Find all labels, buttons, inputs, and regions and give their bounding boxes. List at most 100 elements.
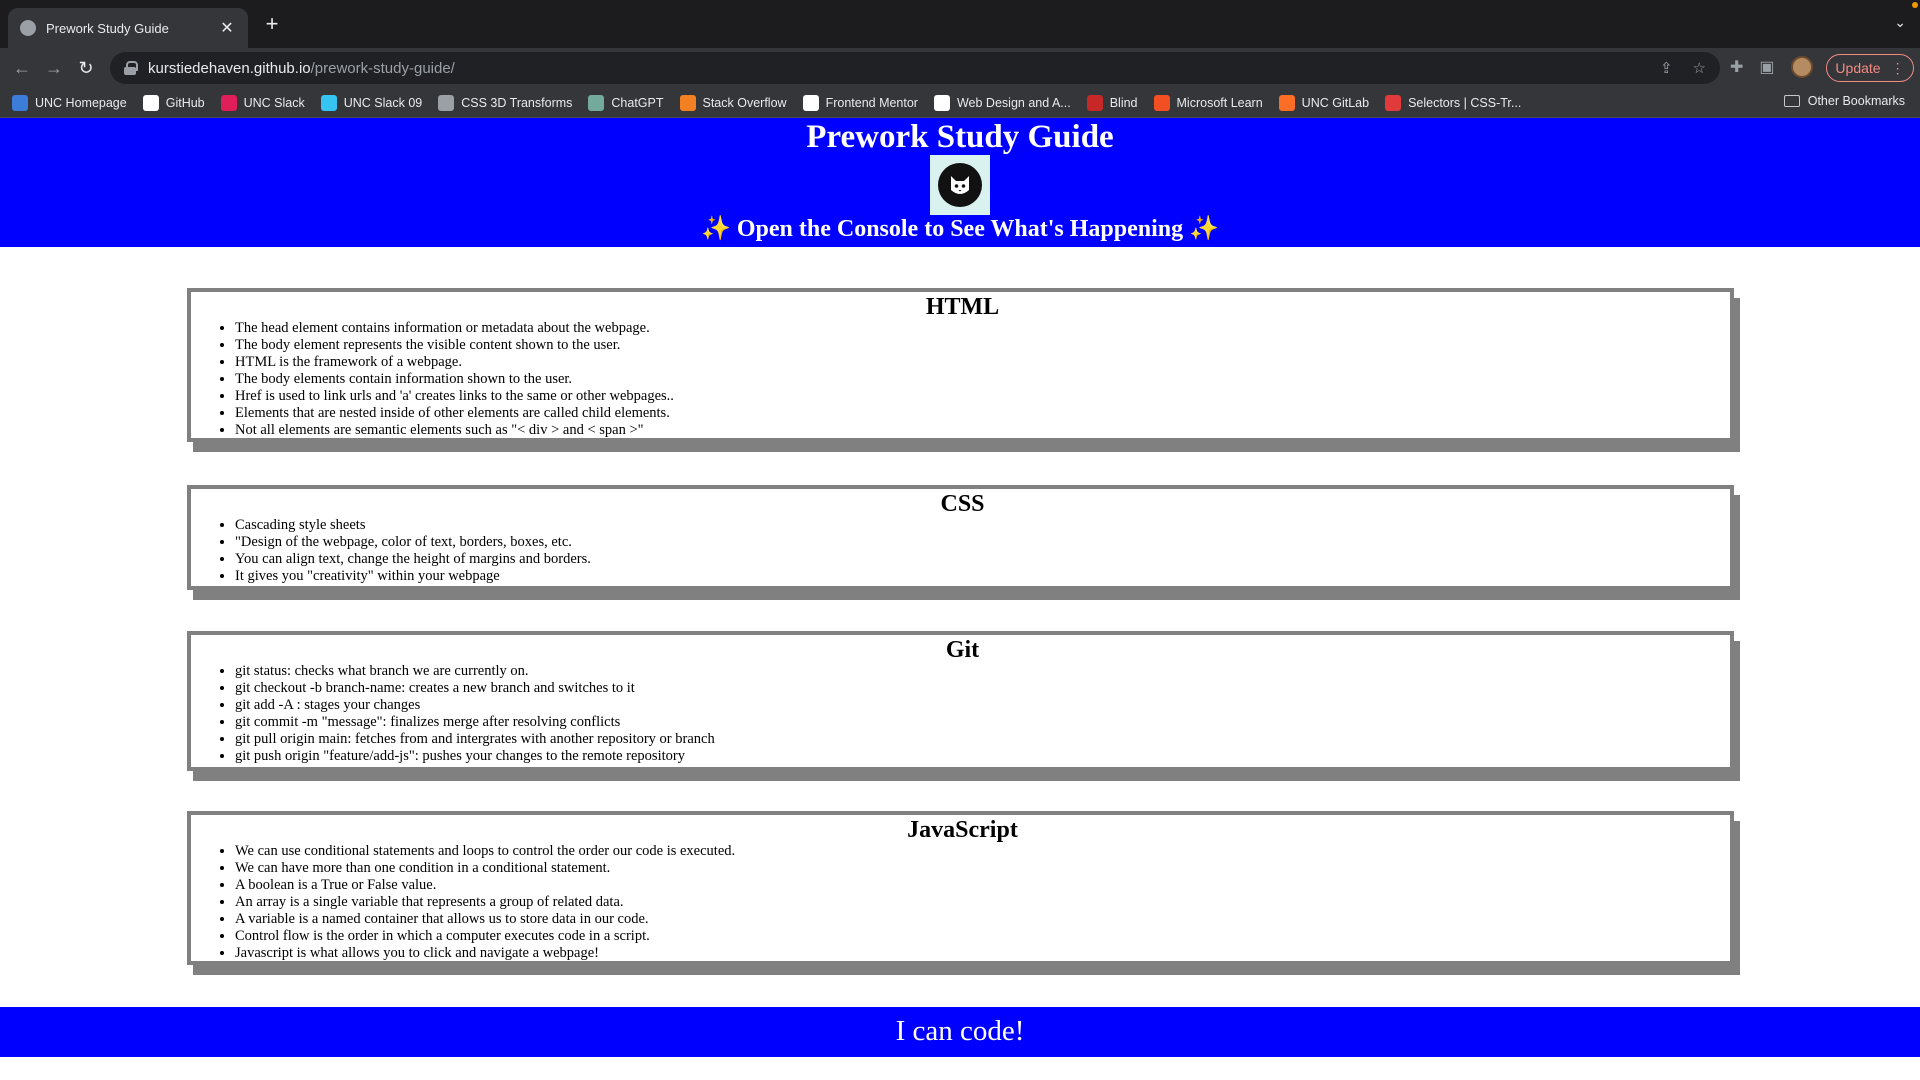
bookmark-item[interactable]: UNC Homepage bbox=[12, 94, 127, 111]
other-bookmarks[interactable]: Other Bookmarks bbox=[1783, 94, 1905, 108]
section-title: CSS bbox=[940, 491, 985, 517]
unc-homepage-icon bbox=[12, 94, 28, 111]
bookmark-label: Web Design and A... bbox=[956, 95, 1071, 110]
blind-icon bbox=[1086, 94, 1103, 111]
section-list: Cascading style sheets"Design of the web… bbox=[215, 517, 1710, 585]
bookmark-item[interactable]: Stack Overflow bbox=[679, 94, 787, 111]
tab-prework-study-guide[interactable]: Prework Study Guide ✕ bbox=[8, 8, 248, 48]
bookmark-item[interactable]: Blind bbox=[1086, 94, 1138, 111]
list-item: Javascript is what allows you to click a… bbox=[235, 945, 1710, 962]
side-panel-icon[interactable]: ▣ bbox=[1759, 57, 1774, 77]
list-item: git status: checks what branch we are cu… bbox=[235, 663, 1710, 680]
close-icon[interactable]: ✕ bbox=[218, 18, 236, 38]
section-card-git: Gitgit status: checks what branch we are… bbox=[187, 631, 1734, 771]
url-path: /prework-study-guide/ bbox=[310, 59, 455, 77]
frontend-mentor-icon bbox=[802, 94, 819, 111]
toolbar: ← → ↻ kurstiedehaven.github.io /prework-… bbox=[0, 48, 1920, 88]
bookmark-label: CSS 3D Transforms bbox=[461, 95, 573, 110]
section-list: We can use conditional statements and lo… bbox=[215, 843, 1710, 962]
bookmark-item[interactable]: GitHub bbox=[142, 94, 205, 111]
bookmark-item[interactable]: Frontend Mentor bbox=[802, 94, 918, 111]
globe-icon bbox=[20, 20, 36, 36]
bookmark-item[interactable]: UNC Slack 09 bbox=[320, 94, 422, 111]
star-icon[interactable]: ☆ bbox=[1693, 59, 1706, 77]
cat-avatar-icon bbox=[938, 163, 982, 207]
section-card-javascript: JavaScriptWe can use conditional stateme… bbox=[187, 811, 1734, 965]
chevron-down-icon[interactable]: ⌄ bbox=[1894, 14, 1906, 31]
list-item: git commit -m "message": finalizes merge… bbox=[235, 714, 1710, 731]
extensions-icon[interactable]: ✚ bbox=[1730, 57, 1743, 77]
reload-button[interactable]: ↻ bbox=[74, 56, 98, 80]
update-button[interactable]: Update ⋮ bbox=[1826, 54, 1914, 82]
address-bar[interactable]: kurstiedehaven.github.io /prework-study-… bbox=[110, 52, 1720, 84]
bookmark-label: Blind bbox=[1109, 95, 1138, 110]
update-label: Update bbox=[1835, 60, 1881, 76]
list-item: A boolean is a True or False value. bbox=[235, 877, 1710, 894]
bookmark-label: UNC Slack bbox=[243, 95, 305, 110]
bookmark-item[interactable]: CSS 3D Transforms bbox=[438, 94, 573, 111]
w3-icon bbox=[933, 94, 950, 111]
list-item: "Design of the webpage, color of text, b… bbox=[235, 534, 1710, 551]
bookmark-label: UNC GitLab bbox=[1301, 95, 1370, 110]
list-item: The body elements contain information sh… bbox=[235, 371, 1710, 388]
list-item: We can use conditional statements and lo… bbox=[235, 843, 1710, 860]
other-bookmarks-label: Other Bookmarks bbox=[1807, 94, 1905, 108]
list-item: Href is used to link urls and 'a' create… bbox=[235, 388, 1710, 405]
page-title: Prework Study Guide bbox=[806, 119, 1114, 155]
section-list: The head element contains information or… bbox=[215, 320, 1710, 439]
bookmark-label: Selectors | CSS-Tr... bbox=[1408, 95, 1522, 110]
update-indicator-dot bbox=[1912, 2, 1918, 8]
bookmark-item[interactable]: Microsoft Learn bbox=[1153, 94, 1263, 111]
tab-title: Prework Study Guide bbox=[46, 20, 169, 36]
list-item: A variable is a named container that all… bbox=[235, 911, 1710, 928]
list-item: It gives you "creativity" within your we… bbox=[235, 568, 1710, 585]
list-item: Not all elements are semantic elements s… bbox=[235, 422, 1710, 439]
folder-icon bbox=[1783, 95, 1800, 107]
bookmark-item[interactable]: UNC Slack bbox=[220, 94, 305, 111]
list-item: Elements that are nested inside of other… bbox=[235, 405, 1710, 422]
tab-strip: Prework Study Guide ✕ + ⌄ bbox=[0, 0, 1920, 48]
list-item: The head element contains information or… bbox=[235, 320, 1710, 337]
slack-icon bbox=[320, 94, 337, 111]
bookmark-item[interactable]: Web Design and A... bbox=[933, 94, 1071, 111]
page-subtitle: ✨ Open the Console to See What's Happeni… bbox=[700, 216, 1220, 242]
section-title: HTML bbox=[925, 294, 1000, 320]
site-header: Prework Study Guide ✨ Open the Console t… bbox=[0, 118, 1920, 247]
avatar[interactable] bbox=[1790, 56, 1813, 78]
section-list: git status: checks what branch we are cu… bbox=[215, 663, 1710, 765]
avatar bbox=[930, 155, 990, 215]
forward-button[interactable]: → bbox=[42, 56, 66, 80]
list-item: Control flow is the order in which a com… bbox=[235, 928, 1710, 945]
chatgpt-icon bbox=[588, 94, 605, 111]
gitlab-icon bbox=[1278, 94, 1295, 111]
list-item: We can have more than one condition in a… bbox=[235, 860, 1710, 877]
bookmark-item[interactable]: ChatGPT bbox=[588, 94, 664, 111]
url-host: kurstiedehaven.github.io bbox=[148, 59, 311, 77]
list-item: An array is a single variable that repre… bbox=[235, 894, 1710, 911]
bookmark-label: ChatGPT bbox=[611, 95, 664, 110]
bookmark-item[interactable]: UNC GitLab bbox=[1278, 94, 1370, 111]
bookmark-label: UNC Homepage bbox=[35, 95, 127, 110]
css-tricks-icon bbox=[1385, 94, 1402, 111]
list-item: git pull origin main: fetches from and i… bbox=[235, 731, 1710, 748]
bookmark-label: GitHub bbox=[165, 95, 205, 110]
bookmark-label: Stack Overflow bbox=[702, 95, 787, 110]
list-item: You can align text, change the height of… bbox=[235, 551, 1710, 568]
list-item: git push origin "feature/add-js": pushes… bbox=[235, 748, 1710, 765]
section-card-css: CSSCascading style sheets"Design of the … bbox=[187, 485, 1734, 590]
back-button[interactable]: ← bbox=[10, 56, 34, 80]
slack-icon bbox=[220, 94, 237, 111]
github-icon bbox=[142, 94, 159, 111]
bookmark-label: Microsoft Learn bbox=[1176, 95, 1263, 110]
page-footer: I can code! bbox=[0, 1007, 1920, 1057]
bookmark-item[interactable]: Selectors | CSS-Tr... bbox=[1385, 94, 1522, 111]
microsoft-icon bbox=[1153, 94, 1170, 111]
list-item: Cascading style sheets bbox=[235, 517, 1710, 534]
list-item: git checkout -b branch-name: creates a n… bbox=[235, 680, 1710, 697]
new-tab-button[interactable]: + bbox=[260, 12, 284, 36]
bookmarks-bar: UNC Homepage GitHub UNC Slack UNC Slack 09 C… bbox=[0, 88, 1920, 118]
section-card-html: HTMLThe head element contains informatio… bbox=[187, 288, 1734, 442]
lock-icon bbox=[124, 61, 138, 75]
share-icon[interactable]: ⇪ bbox=[1660, 59, 1673, 77]
list-item: HTML is the framework of a webpage. bbox=[235, 354, 1710, 371]
